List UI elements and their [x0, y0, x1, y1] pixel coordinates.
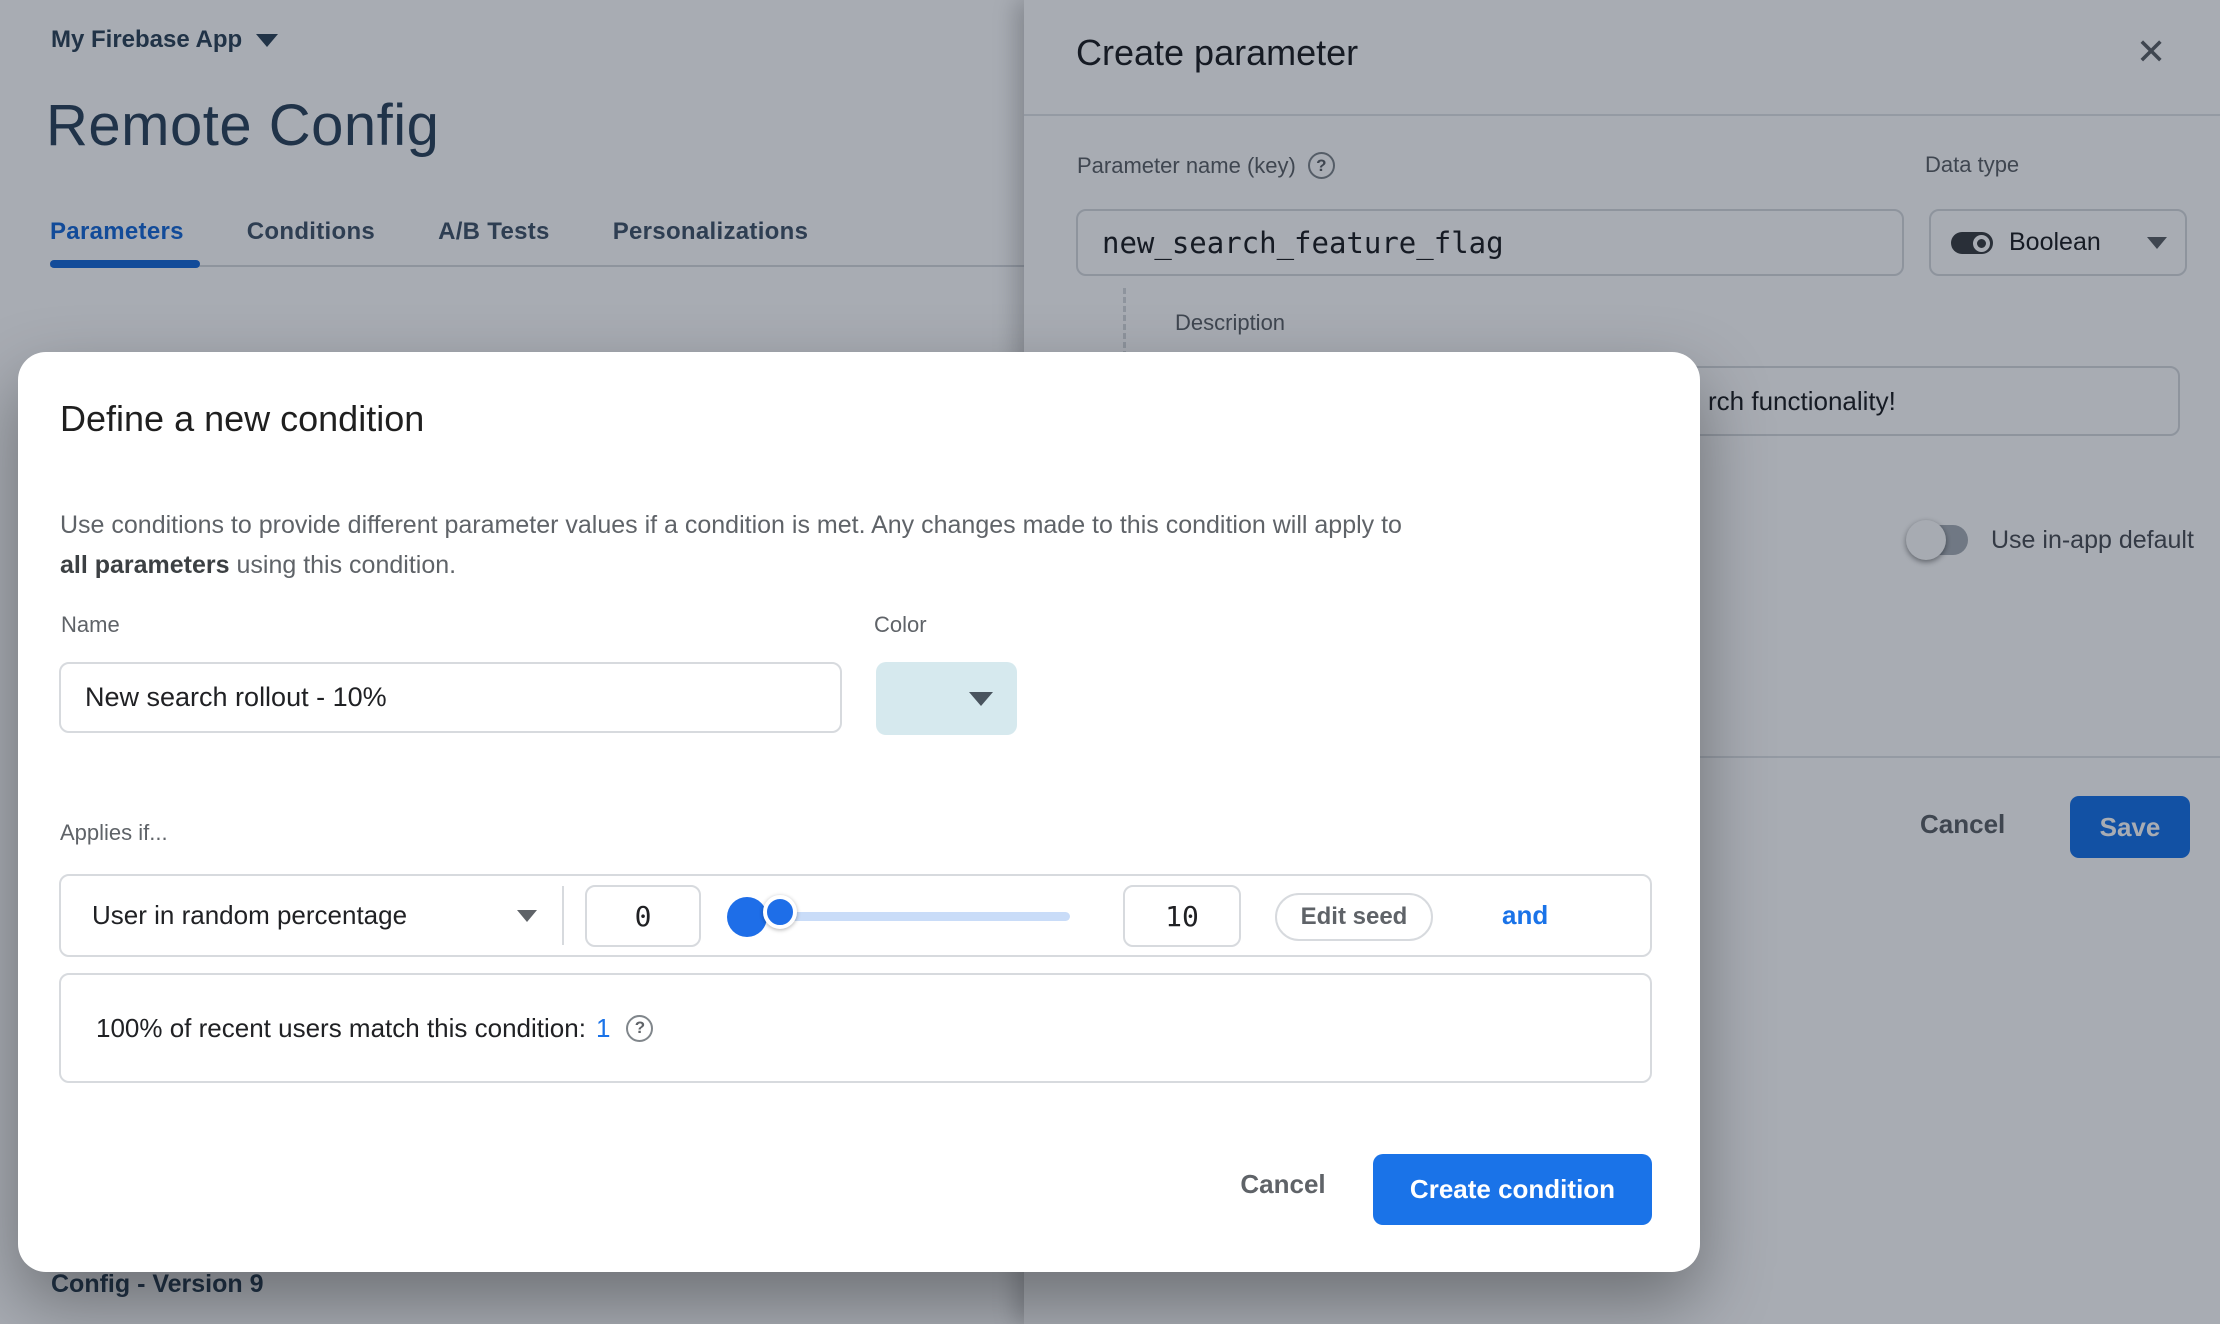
condition-row-divider: [562, 886, 564, 945]
dialog-cancel-button[interactable]: Cancel: [1223, 1168, 1343, 1201]
dialog-description-bold: all parameters: [60, 551, 230, 579]
dialog-title: Define a new condition: [60, 398, 425, 439]
create-condition-button[interactable]: Create condition: [1373, 1154, 1652, 1225]
condition-name-input[interactable]: [59, 662, 842, 733]
condition-type-value: User in random percentage: [92, 900, 408, 930]
help-icon[interactable]: ?: [626, 1014, 654, 1042]
match-summary-text: 100% of recent users match this conditio…: [96, 1012, 586, 1043]
condition-type-select[interactable]: User in random percentage: [92, 876, 538, 955]
percent-min-input[interactable]: [585, 885, 701, 947]
slider-handle-min[interactable]: [727, 897, 767, 937]
color-select[interactable]: [876, 662, 1017, 735]
slider-handle-max[interactable]: [763, 895, 797, 929]
condition-name-label: Name: [61, 612, 120, 637]
dialog-description-line2: using this condition.: [229, 551, 457, 579]
and-condition-link[interactable]: and: [1502, 876, 1548, 955]
match-summary-value[interactable]: 1: [596, 1013, 610, 1044]
percentage-slider-track[interactable]: [750, 912, 1070, 921]
dialog-description: Use conditions to provide different para…: [60, 505, 1605, 585]
chevron-down-icon: [517, 909, 538, 922]
edit-seed-button[interactable]: Edit seed: [1275, 893, 1433, 941]
dialog-description-line1: Use conditions to provide different para…: [60, 511, 1402, 539]
define-condition-dialog: Define a new condition Use conditions to…: [18, 352, 1700, 1272]
applies-if-label: Applies if...: [60, 820, 168, 845]
condition-match-summary: 100% of recent users match this conditio…: [59, 973, 1652, 1083]
color-label: Color: [874, 612, 927, 637]
percent-max-input[interactable]: [1123, 885, 1241, 947]
chevron-down-icon: [969, 691, 993, 706]
screen: My Firebase App Remote Config Parameters…: [0, 0, 2220, 1324]
condition-builder-row: User in random percentage Edit seed and: [59, 874, 1652, 957]
